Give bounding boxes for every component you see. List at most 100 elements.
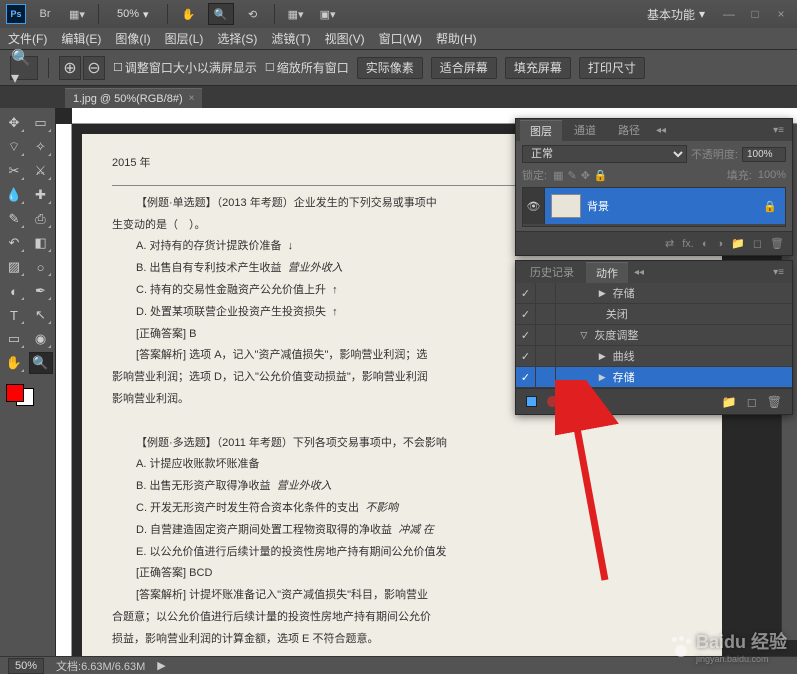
close-button[interactable]: × bbox=[771, 6, 791, 22]
path-tool[interactable]: ↖ bbox=[29, 304, 53, 326]
action-dialog-icon[interactable] bbox=[536, 367, 556, 387]
action-dialog-icon[interactable] bbox=[536, 304, 556, 324]
action-check-icon[interactable]: ✓ bbox=[516, 367, 536, 387]
action-dialog-icon[interactable] bbox=[536, 283, 556, 303]
mini-bridge-icon[interactable]: ▦▾ bbox=[64, 3, 90, 25]
tab-history[interactable]: 历史记录 bbox=[520, 262, 584, 282]
zoom-out-icon[interactable]: ⊖ bbox=[83, 56, 105, 80]
brush-tool[interactable]: ✎ bbox=[2, 208, 26, 230]
zoom-level-select[interactable]: 50%▾ bbox=[117, 8, 149, 21]
action-dialog-icon[interactable] bbox=[536, 346, 556, 366]
heal-tool[interactable]: ✚ bbox=[29, 184, 53, 206]
panel-menu-icon[interactable]: ▾≡ bbox=[769, 267, 788, 278]
type-tool[interactable]: T bbox=[2, 304, 26, 326]
zoom-all-checkbox[interactable]: 缩放所有窗口 bbox=[265, 59, 349, 76]
menu-select[interactable]: 选择(S) bbox=[217, 30, 257, 47]
delete-layer-icon[interactable]: 🗑 bbox=[770, 237, 784, 250]
hand-tool[interactable]: ✋ bbox=[2, 352, 26, 374]
hand-tool-icon[interactable]: ✋ bbox=[176, 3, 202, 25]
record-action-icon[interactable] bbox=[547, 396, 558, 407]
action-row[interactable]: ✓ ▶ 曲线 bbox=[516, 346, 792, 367]
eraser-tool[interactable]: ◧ bbox=[29, 232, 53, 254]
stamp-tool[interactable]: ⎙ bbox=[29, 208, 53, 230]
lock-transparent-icon[interactable]: ▦ bbox=[553, 169, 563, 182]
lasso-tool[interactable]: ⌔ bbox=[2, 136, 26, 158]
status-doc-size[interactable]: 文档:6.63M/6.63M bbox=[56, 658, 145, 674]
color-swatch[interactable] bbox=[6, 384, 34, 406]
menu-image[interactable]: 图像(I) bbox=[115, 30, 150, 47]
screen-mode-icon[interactable]: ▣▾ bbox=[315, 3, 341, 25]
tab-channels[interactable]: 通道 bbox=[564, 120, 606, 140]
action-row[interactable]: ✓ ▶ 存储 bbox=[516, 367, 792, 388]
history-brush-tool[interactable]: ↶ bbox=[2, 232, 26, 254]
panel-collapse-icon[interactable]: ◂◂ bbox=[652, 125, 670, 136]
resize-window-checkbox[interactable]: 调整窗口大小以满屏显示 bbox=[113, 59, 257, 76]
status-zoom[interactable]: 50% bbox=[8, 658, 44, 674]
fit-screen-button[interactable]: 适合屏幕 bbox=[431, 57, 497, 79]
move-tool[interactable]: ✥ bbox=[2, 112, 26, 134]
actual-pixels-button[interactable]: 实际像素 bbox=[357, 57, 423, 79]
status-arrow-icon[interactable]: ▶ bbox=[157, 659, 165, 672]
tab-layers[interactable]: 图层 bbox=[520, 120, 562, 141]
close-tab-icon[interactable]: × bbox=[189, 93, 195, 104]
menu-view[interactable]: 视图(V) bbox=[325, 30, 365, 47]
fill-field[interactable]: 100% bbox=[758, 169, 786, 181]
crop-tool[interactable]: ✂ bbox=[2, 160, 26, 182]
foreground-color[interactable] bbox=[6, 384, 24, 402]
marquee-tool[interactable]: ▭ bbox=[29, 112, 53, 134]
new-layer-icon[interactable]: ◻ bbox=[753, 237, 762, 250]
menu-window[interactable]: 窗口(W) bbox=[379, 30, 422, 47]
fill-screen-button[interactable]: 填充屏幕 bbox=[505, 57, 571, 79]
zoom-tool-icon[interactable]: 🔍 bbox=[208, 3, 234, 25]
action-check-icon[interactable]: ✓ bbox=[516, 304, 536, 324]
panel-collapse-icon[interactable]: ◂◂ bbox=[630, 267, 648, 278]
layer-row[interactable]: 👁 背景 🔒 bbox=[523, 188, 785, 224]
action-check-icon[interactable]: ✓ bbox=[516, 346, 536, 366]
play-action-icon[interactable]: ▶ bbox=[568, 395, 577, 409]
delete-action-icon[interactable]: 🗑 bbox=[767, 395, 782, 409]
menu-filter[interactable]: 滤镜(T) bbox=[271, 30, 310, 47]
print-size-button[interactable]: 打印尺寸 bbox=[579, 57, 645, 79]
opacity-field[interactable]: 100% bbox=[742, 147, 786, 162]
menu-layer[interactable]: 图层(L) bbox=[165, 30, 204, 47]
action-check-icon[interactable]: ✓ bbox=[516, 325, 536, 345]
lock-position-icon[interactable]: ✥ bbox=[581, 169, 590, 182]
slice-tool[interactable]: ⚔ bbox=[29, 160, 53, 182]
zoom-tool[interactable]: 🔍 bbox=[29, 352, 53, 374]
visibility-icon[interactable]: 👁 bbox=[523, 188, 545, 224]
panel-menu-icon[interactable]: ▾≡ bbox=[769, 125, 788, 136]
workspace-switcher[interactable]: 基本功能▾ bbox=[639, 4, 713, 25]
zoom-in-icon[interactable]: ⊕ bbox=[59, 56, 81, 80]
menu-help[interactable]: 帮助(H) bbox=[436, 30, 477, 47]
layer-group-icon[interactable]: 📁 bbox=[731, 237, 745, 250]
action-row[interactable]: ✓ ▽ 灰度调整 bbox=[516, 325, 792, 346]
blur-tool[interactable]: ○ bbox=[29, 256, 53, 278]
action-dialog-icon[interactable] bbox=[536, 325, 556, 345]
gradient-tool[interactable]: ▨ bbox=[2, 256, 26, 278]
arrange-docs-icon[interactable]: ▦▾ bbox=[283, 3, 309, 25]
current-tool-icon[interactable]: 🔍▾ bbox=[10, 56, 38, 80]
adjustment-layer-icon[interactable]: ◑ bbox=[717, 238, 724, 250]
document-tab[interactable]: 1.jpg @ 50%(RGB/8#) × bbox=[65, 88, 202, 108]
action-check-icon[interactable]: ✓ bbox=[516, 283, 536, 303]
tab-actions[interactable]: 动作 bbox=[586, 262, 628, 283]
wand-tool[interactable]: ✧ bbox=[29, 136, 53, 158]
layer-thumbnail[interactable] bbox=[551, 194, 581, 218]
dodge-tool[interactable]: ◐ bbox=[2, 280, 26, 302]
layer-fx-icon[interactable]: fx. bbox=[682, 238, 694, 250]
layer-mask-icon[interactable]: ◐ bbox=[702, 238, 709, 250]
bridge-icon[interactable]: Br bbox=[32, 3, 58, 25]
shape-tool[interactable]: ▭ bbox=[2, 328, 26, 350]
tab-paths[interactable]: 路径 bbox=[608, 120, 650, 140]
rotate-tool-icon[interactable]: ⟲ bbox=[240, 3, 266, 25]
ruler-vertical[interactable] bbox=[56, 124, 72, 656]
action-row[interactable]: ✓ 关闭 bbox=[516, 304, 792, 325]
minimize-button[interactable]: — bbox=[719, 6, 739, 22]
stop-action-icon[interactable] bbox=[526, 396, 537, 407]
maximize-button[interactable]: □ bbox=[745, 6, 765, 22]
3d-tool[interactable]: ◉ bbox=[29, 328, 53, 350]
pen-tool[interactable]: ✒ bbox=[29, 280, 53, 302]
eyedropper-tool[interactable]: 💧 bbox=[2, 184, 26, 206]
link-layers-icon[interactable]: ⇄ bbox=[665, 237, 674, 250]
new-action-icon[interactable]: ◻ bbox=[747, 395, 757, 409]
